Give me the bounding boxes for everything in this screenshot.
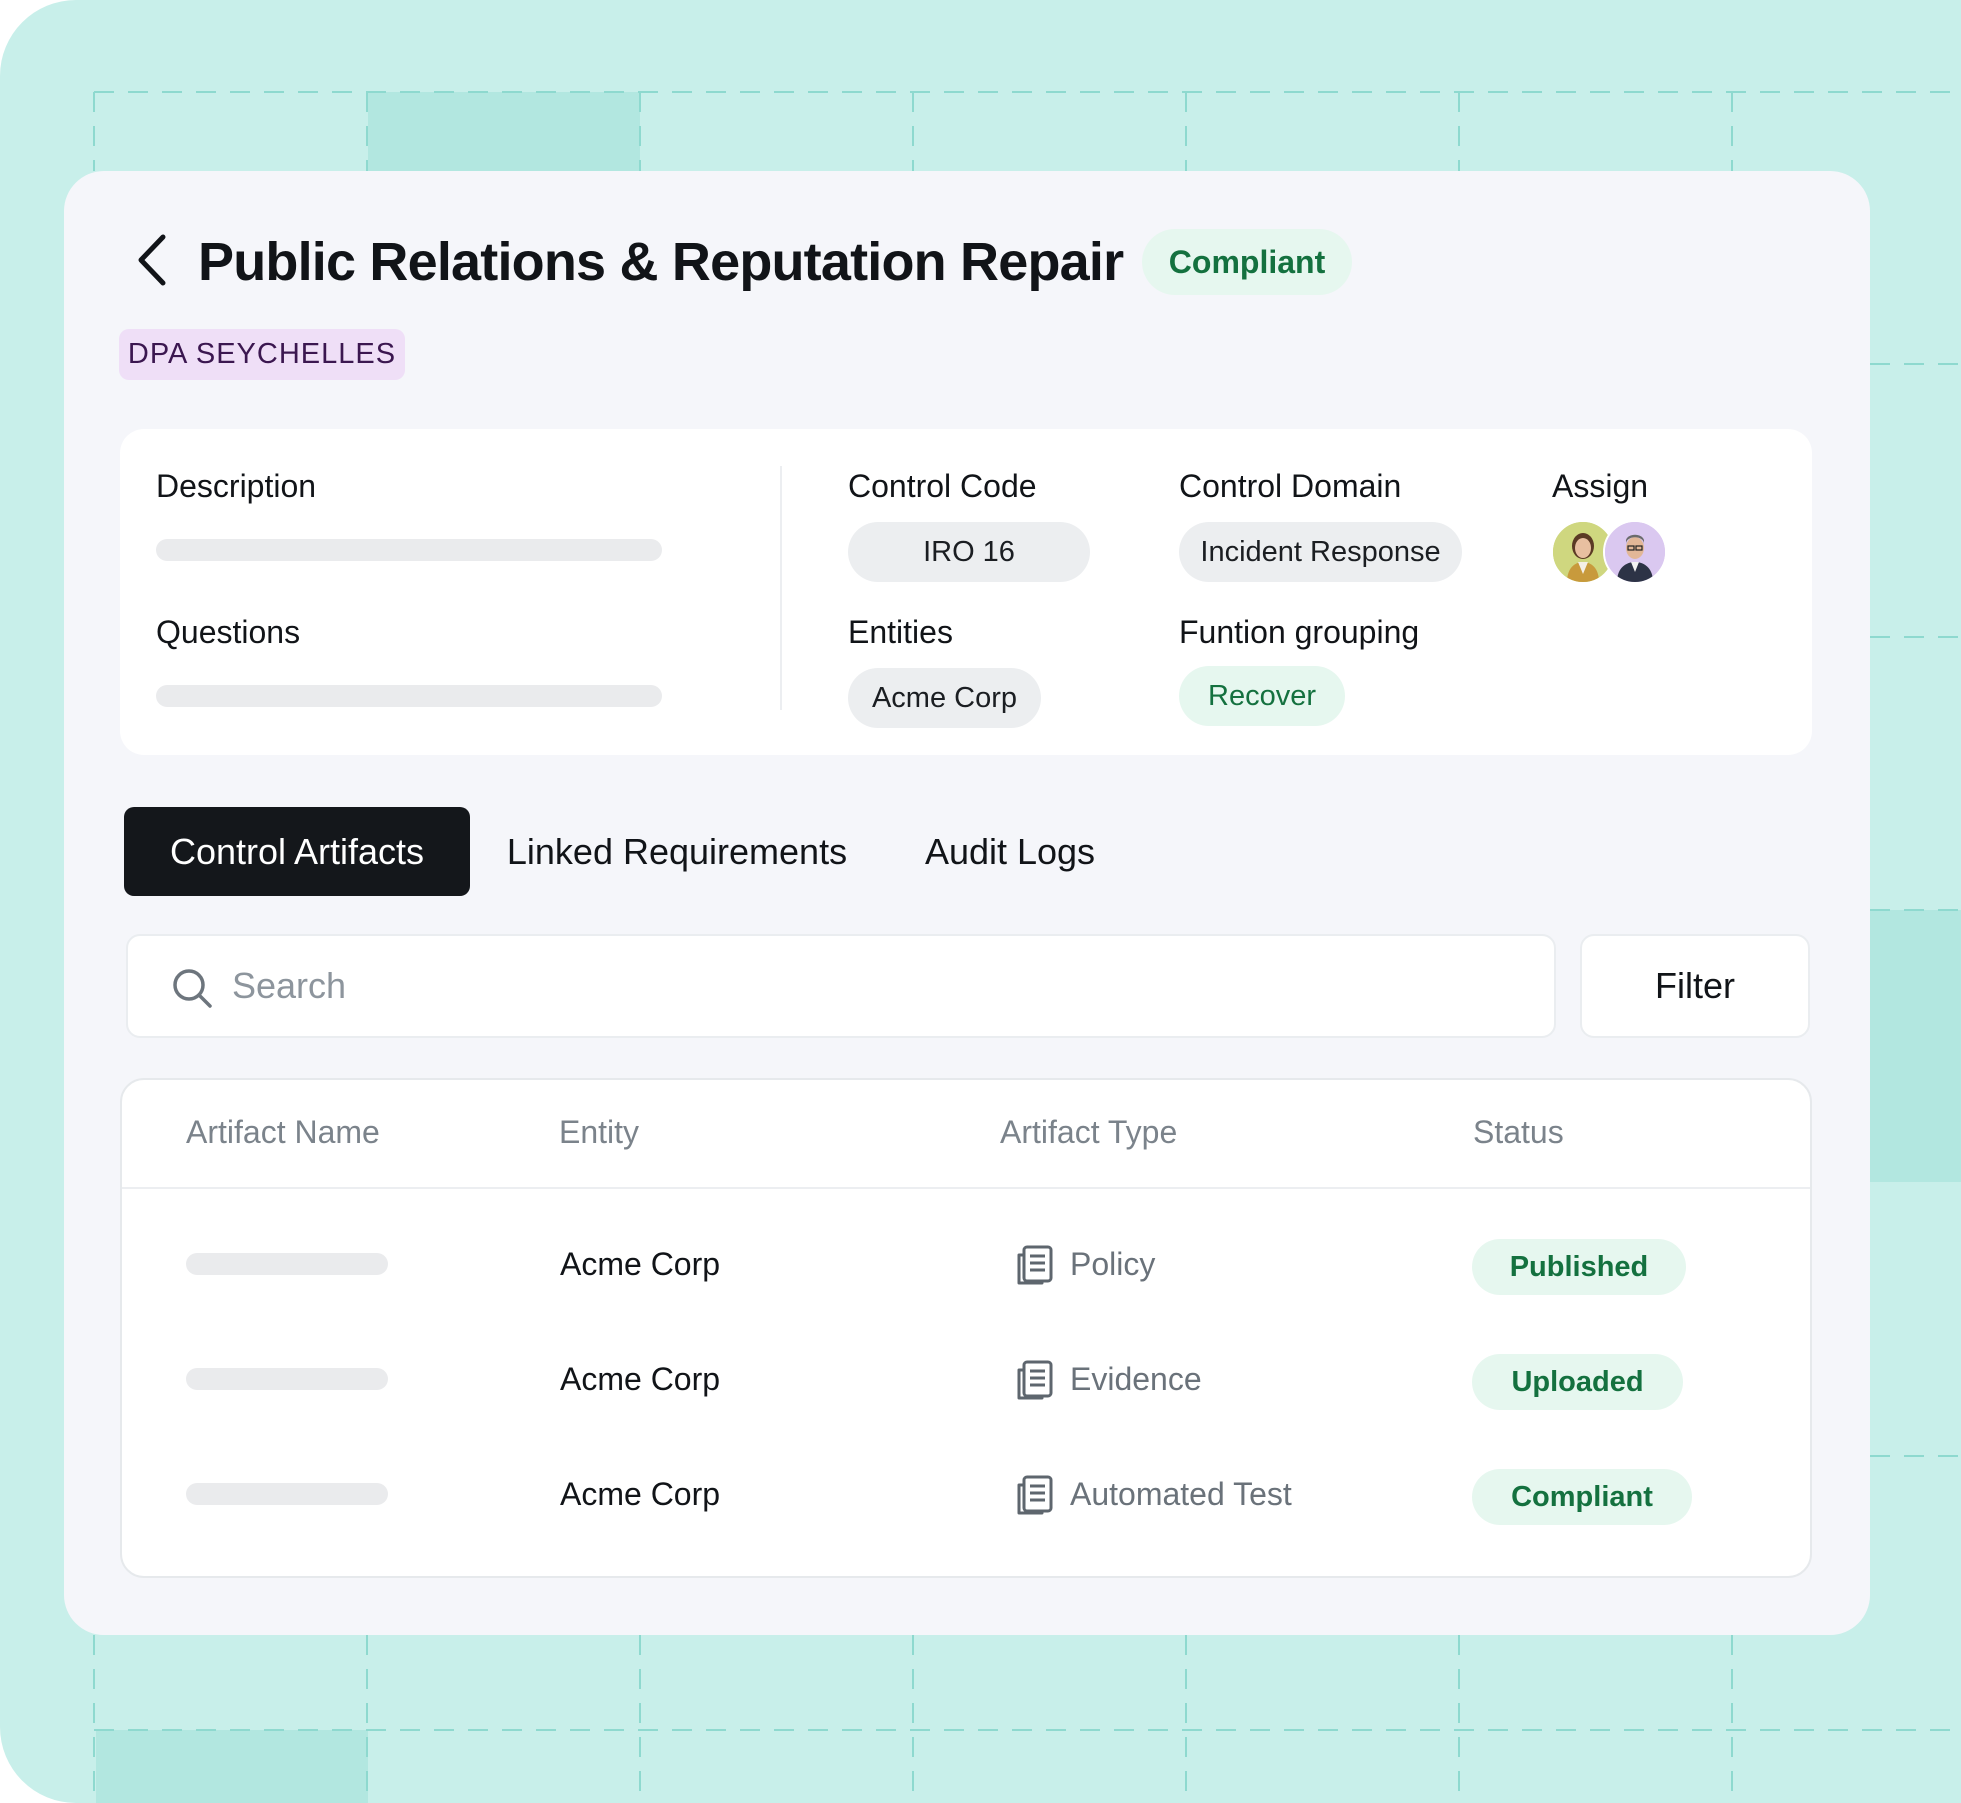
table-row[interactable]: Acme Corp Policy Published (122, 1206, 1810, 1322)
assignee-avatar[interactable] (1603, 520, 1667, 584)
info-divider (780, 466, 782, 710)
artifact-type-cell: Policy (1070, 1246, 1156, 1282)
control-code-chip: IRO 16 (848, 522, 1090, 582)
search-input[interactable] (232, 954, 1512, 1018)
framework-tag: DPA SEYCHELLES (119, 329, 405, 380)
description-label: Description (156, 468, 317, 504)
table-header-divider (122, 1187, 1810, 1189)
artifact-name-placeholder (186, 1368, 388, 1390)
status-badge: Uploaded (1472, 1354, 1683, 1410)
chevron-left-icon (138, 234, 166, 286)
questions-placeholder (156, 685, 662, 707)
column-header-entity: Entity (559, 1114, 640, 1150)
artifact-type-cell: Evidence (1070, 1361, 1202, 1397)
control-code-label: Control Code (848, 468, 1037, 504)
status-badge: Compliant (1472, 1469, 1692, 1525)
app-stage: Public Relations & Reputation Repair Com… (0, 0, 1961, 1803)
control-domain-chip: Incident Response (1179, 522, 1462, 582)
assign-label: Assign (1552, 468, 1649, 504)
page-title: Public Relations & Reputation Repair (198, 232, 1124, 292)
tab-linked-requirements[interactable]: Linked Requirements (480, 807, 874, 896)
entities-label: Entities (848, 614, 953, 650)
function-grouping-chip: Recover (1179, 666, 1345, 726)
description-placeholder (156, 539, 662, 561)
status-badge: Compliant (1142, 229, 1352, 295)
questions-label: Questions (156, 614, 301, 650)
artifact-name-placeholder (186, 1253, 388, 1275)
man-avatar (1605, 522, 1665, 582)
document-icon (1017, 1475, 1053, 1515)
artifact-type-cell: Automated Test (1070, 1476, 1292, 1512)
function-grouping-label: Funtion grouping (1179, 614, 1420, 650)
entity-chip: Acme Corp (848, 668, 1041, 728)
artifact-name-placeholder (186, 1483, 388, 1505)
table-row[interactable]: Acme Corp Automated Test Compliant (122, 1436, 1810, 1552)
document-icon (1017, 1245, 1053, 1285)
control-domain-label: Control Domain (1179, 468, 1402, 504)
back-button[interactable] (130, 232, 174, 288)
entity-cell: Acme Corp (560, 1361, 721, 1397)
search-icon (173, 969, 212, 1008)
column-header-status: Status (1473, 1114, 1564, 1150)
entity-cell: Acme Corp (560, 1246, 721, 1282)
tab-audit-logs[interactable]: Audit Logs (890, 807, 1130, 896)
tab-control-artifacts[interactable]: Control Artifacts (124, 807, 470, 896)
table-row[interactable]: Acme Corp Evidence Uploaded (122, 1321, 1810, 1437)
entity-cell: Acme Corp (560, 1476, 721, 1512)
column-header-artifact-type: Artifact Type (1000, 1114, 1178, 1150)
column-header-artifact-name: Artifact Name (186, 1114, 380, 1150)
search-box[interactable] (126, 934, 1556, 1038)
status-badge: Published (1472, 1239, 1686, 1295)
filter-button[interactable]: Filter (1580, 934, 1810, 1038)
document-icon (1017, 1360, 1053, 1400)
